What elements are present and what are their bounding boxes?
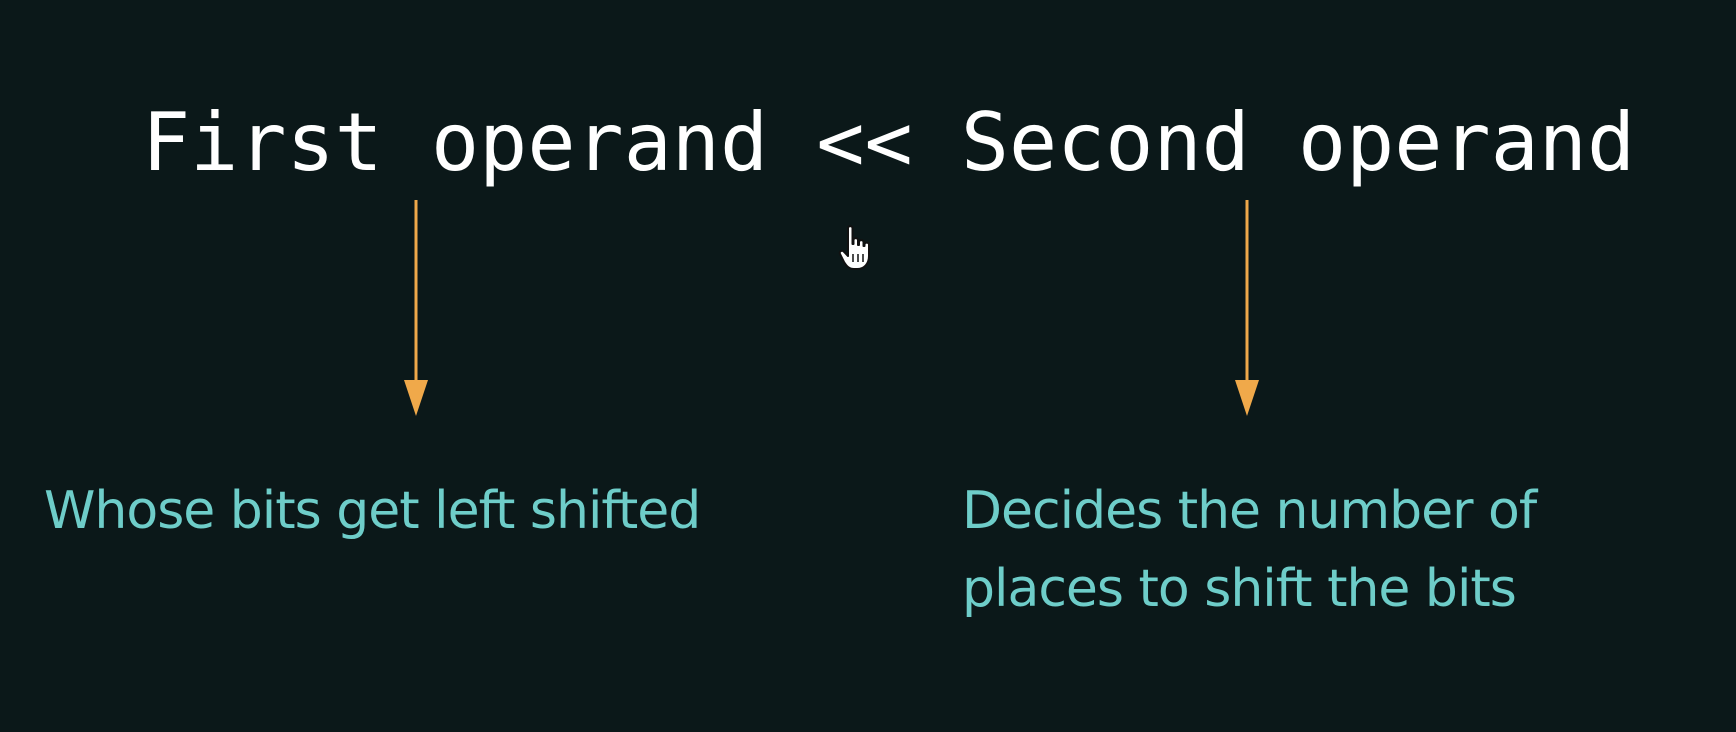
second-operand-label: Second operand xyxy=(960,96,1636,189)
second-operand-description-line1: Decides the number of xyxy=(962,481,1537,541)
hand-pointer-cursor-icon xyxy=(838,225,870,270)
second-operand-description: Decides the number of places to shift th… xyxy=(962,472,1662,628)
first-operand-label: First operand xyxy=(142,96,769,189)
slide-canvas: First operand << Second operand Whose bi… xyxy=(0,0,1736,732)
second-operand-description-line2: places to shift the bits xyxy=(962,559,1517,619)
shift-expression: First operand << Second operand xyxy=(142,88,1635,198)
down-arrow-icon xyxy=(404,200,428,416)
first-operand-description: Whose bits get left shifted xyxy=(44,481,701,541)
down-arrow-icon xyxy=(1235,200,1259,416)
left-shift-operator: << xyxy=(816,96,913,189)
